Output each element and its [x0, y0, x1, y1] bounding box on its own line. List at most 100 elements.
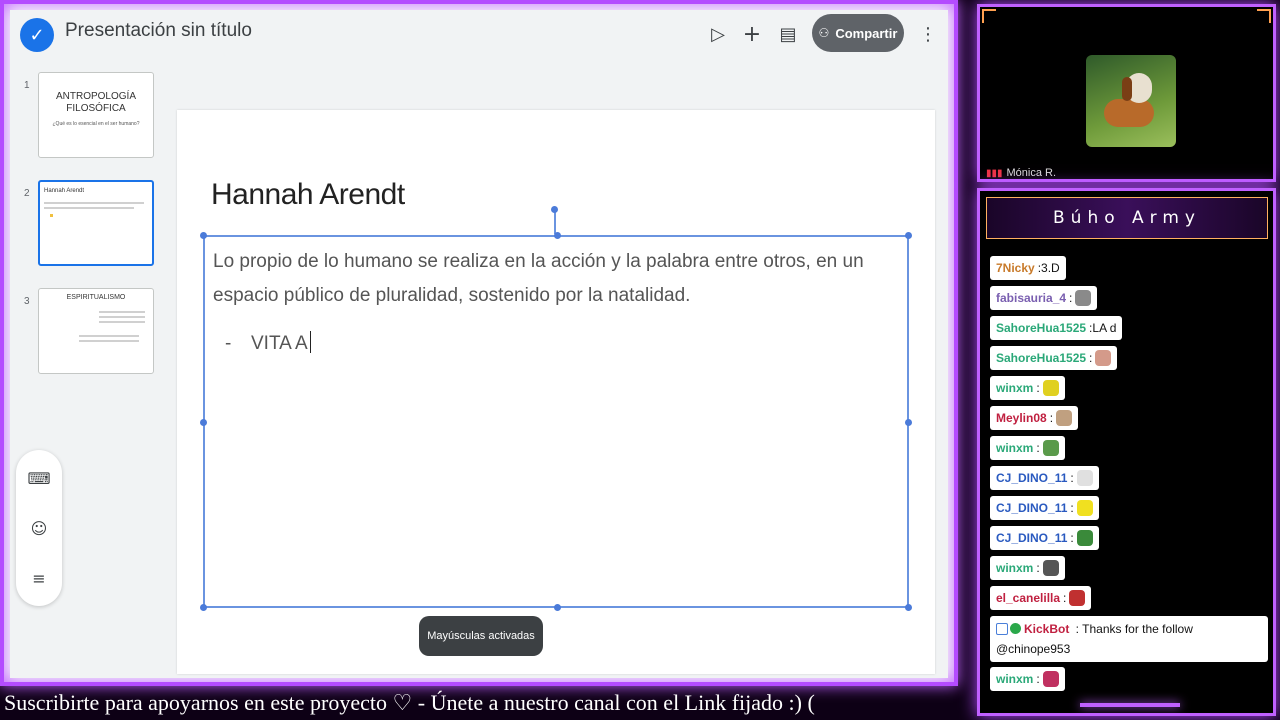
- chat-glow-bar: [1080, 703, 1180, 707]
- thumbnail-text-line: [79, 335, 139, 337]
- participant-name-text: Mónica R.: [1006, 167, 1057, 179]
- emote-icon: [1075, 290, 1092, 306]
- webcam-panel: ▮▮▮ Mónica R.: [977, 4, 1276, 182]
- emote-icon: [1095, 350, 1112, 366]
- rotation-handle-line: [554, 210, 556, 234]
- emote-icon: [1056, 410, 1073, 426]
- chat-username[interactable]: CJ_DINO_11: [996, 501, 1067, 515]
- chat-message: winxm :: [990, 376, 1065, 400]
- participant-name: ▮▮▮ Mónica R.: [986, 167, 1056, 179]
- document-title[interactable]: Presentación sin título: [65, 20, 252, 42]
- chat-username[interactable]: CJ_DINO_11: [996, 471, 1067, 485]
- chat-username[interactable]: fabisauria_4: [996, 291, 1066, 305]
- kickbot-message: KickBot : Thanks for the follow @chinope9…: [990, 616, 1268, 662]
- chat-message: CJ_DINO_11 :: [990, 526, 1099, 550]
- chat-username[interactable]: SahoreHua1525: [996, 321, 1086, 335]
- rotation-handle[interactable]: [551, 206, 558, 213]
- selected-text-box[interactable]: Lo propio de lo humano se realiza en la …: [200, 232, 912, 611]
- emote-icon: [1076, 500, 1093, 516]
- slide-number-2: 2: [24, 188, 30, 199]
- slide-body-text[interactable]: Lo propio de lo humano se realiza en la …: [213, 245, 883, 313]
- top-bar: ✓ Presentación sin título ▷ + ▤ ⚇ Compar…: [10, 10, 948, 58]
- bullet-dash: -: [225, 333, 232, 354]
- bullet-text: VITA A: [251, 333, 308, 354]
- chat-text: LA d: [1092, 321, 1117, 335]
- chat-username[interactable]: SahoreHua1525: [996, 351, 1086, 365]
- dog-body: [1104, 99, 1154, 127]
- slides-app: ✓ Presentación sin título ▷ + ▤ ⚇ Compar…: [10, 10, 948, 678]
- chat-text: 3.D: [1041, 261, 1060, 275]
- dog-ear: [1122, 77, 1132, 101]
- chat-username[interactable]: el_canelilla: [996, 591, 1060, 605]
- chat-username[interactable]: 7Nicky: [996, 261, 1035, 275]
- slide-canvas[interactable]: Hannah Arendt Lo propio de lo humano se …: [177, 110, 935, 674]
- menu-icon[interactable]: ≡: [29, 568, 49, 588]
- chat-message: winxm :: [990, 667, 1065, 691]
- bot-badge-icon: [996, 623, 1008, 635]
- chat-username[interactable]: winxm: [996, 441, 1033, 455]
- chat-message: SahoreHua1525 :: [990, 346, 1118, 370]
- resize-handle-tr[interactable]: [905, 232, 912, 239]
- emote-icon: [1042, 671, 1059, 687]
- chat-mention: @chinope953: [996, 642, 1071, 656]
- caps-lock-toast: Mayúsculas activadas: [419, 616, 543, 656]
- thumbnail-text-line: [44, 202, 144, 204]
- slide-thumbnail-1[interactable]: ANTROPOLOGÍA FILOSÓFICA ¿Qué es lo esenc…: [38, 72, 154, 158]
- bullet-item[interactable]: - VITA A: [225, 331, 311, 355]
- ticker-text: Suscribirte para apoyarnos en este proye…: [4, 690, 815, 715]
- slide-title[interactable]: Hannah Arendt: [211, 178, 405, 212]
- chat-username[interactable]: Meylin08: [996, 411, 1047, 425]
- floating-toolbar: ⌨ ☺ ≡: [16, 450, 62, 606]
- text-cursor: [309, 331, 311, 353]
- chat-text: Thanks for the follow: [1082, 622, 1193, 636]
- thumbnail-text-line: [44, 207, 134, 209]
- check-icon[interactable]: ✓: [20, 18, 54, 52]
- emote-icon: [1076, 470, 1093, 486]
- thumbnail-title: ESPIRITUALISMO: [66, 294, 126, 301]
- thumbnail-text-line: [99, 311, 145, 313]
- chat-username[interactable]: winxm: [996, 672, 1033, 686]
- chat-message: SahoreHua1525 : LA d: [990, 316, 1123, 340]
- more-icon[interactable]: ⋮: [916, 22, 940, 46]
- chat-username[interactable]: CJ_DINO_11: [996, 531, 1067, 545]
- slide-thumbnail-2[interactable]: Hannah Arendt: [38, 180, 154, 266]
- chat-username[interactable]: winxm: [996, 381, 1033, 395]
- chat-message: CJ_DINO_11 :: [990, 496, 1099, 520]
- emote-icon: [1069, 590, 1086, 606]
- chat-header: Búho Army: [986, 197, 1268, 239]
- chat-message: winxm :: [990, 436, 1065, 460]
- chat-panel: Búho Army 7Nicky : 3.D fabisauria_4 : Sah…: [977, 188, 1276, 716]
- thumbnail-text-line: [99, 321, 145, 323]
- frame-corner: [1257, 9, 1271, 23]
- emote-icon: [1042, 440, 1059, 456]
- emoji-icon[interactable]: ☺: [29, 518, 49, 538]
- present-icon[interactable]: ▷: [706, 22, 730, 46]
- resize-handle-l[interactable]: [200, 419, 207, 426]
- signal-bars-icon: ▮▮▮: [986, 168, 1003, 179]
- slide-thumbnail-3[interactable]: ESPIRITUALISMO: [38, 288, 154, 374]
- chat-message: Meylin08 :: [990, 406, 1079, 430]
- chat-message: winxm :: [990, 556, 1065, 580]
- thumbnail-title: Hannah Arendt: [44, 188, 85, 194]
- resize-handle-r[interactable]: [905, 419, 912, 426]
- presentation-frame: ✓ Presentación sin título ▷ + ▤ ⚇ Compar…: [0, 0, 958, 686]
- thumbnail-title: ANTROPOLOGÍA FILOSÓFICA: [55, 91, 136, 114]
- resize-handle-br[interactable]: [905, 604, 912, 611]
- resize-handle-b[interactable]: [554, 604, 561, 611]
- comments-icon[interactable]: ▤: [776, 22, 800, 46]
- chat-username[interactable]: winxm: [996, 561, 1033, 575]
- add-icon[interactable]: +: [740, 22, 764, 47]
- chat-message: el_canelilla :: [990, 586, 1092, 610]
- chat-message: fabisauria_4 :: [990, 286, 1098, 310]
- person-add-icon: ⚇: [818, 26, 830, 40]
- thumbnail-cursor: [50, 214, 53, 217]
- slide-number-1: 1: [24, 80, 30, 91]
- resize-handle-tl[interactable]: [200, 232, 207, 239]
- keyboard-icon[interactable]: ⌨: [27, 468, 50, 488]
- resize-handle-bl[interactable]: [200, 604, 207, 611]
- chat-username[interactable]: KickBot: [1024, 622, 1069, 636]
- emote-icon: [1042, 380, 1059, 396]
- resize-handle-t[interactable]: [554, 232, 561, 239]
- share-button[interactable]: ⚇ Compartir: [812, 14, 904, 52]
- chat-message: 7Nicky : 3.D: [990, 256, 1066, 280]
